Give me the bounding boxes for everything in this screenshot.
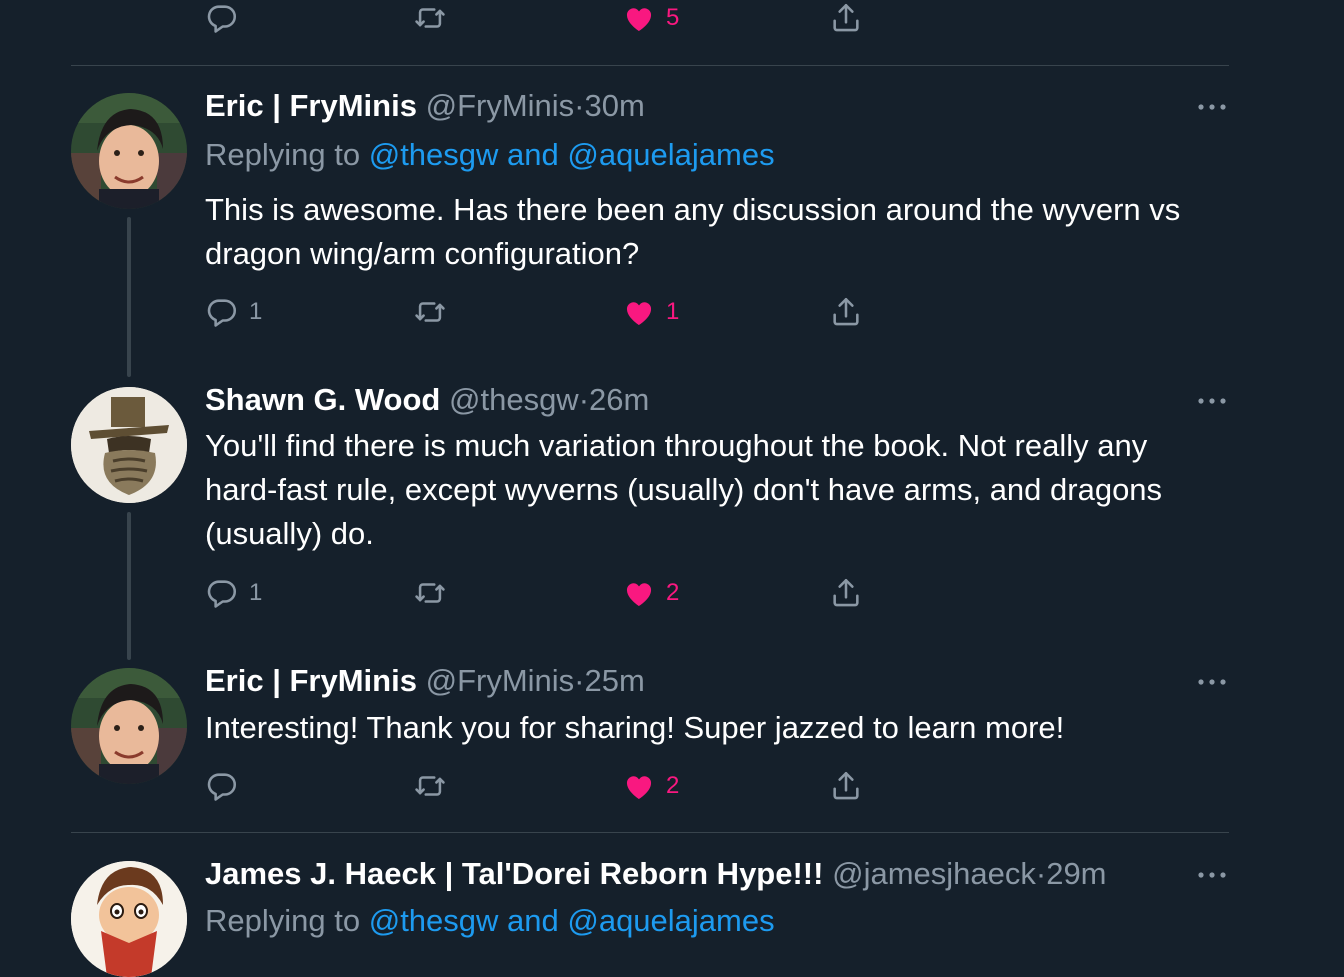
- reply-count: 1: [249, 298, 263, 325]
- share-button[interactable]: [829, 573, 863, 613]
- reply-button[interactable]: 1: [205, 573, 262, 613]
- heart-filled-icon: [622, 295, 656, 329]
- more-options-button[interactable]: [1192, 95, 1232, 119]
- top-tweet-actions: 5: [0, 0, 1344, 38]
- avatar[interactable]: [71, 93, 187, 209]
- replying-prefix: Replying to: [205, 903, 361, 938]
- share-icon: [829, 576, 863, 610]
- display-name[interactable]: James J. Haeck | Tal'Dorei Reborn Hype!!…: [205, 856, 823, 891]
- retweet-button[interactable]: [413, 0, 457, 38]
- tweet-text: This is awesome. Has there been any disc…: [205, 192, 1181, 271]
- share-button[interactable]: [829, 292, 863, 332]
- tweet-actions: 1 1: [0, 292, 1344, 332]
- like-button[interactable]: 2: [622, 573, 679, 613]
- user-handle[interactable]: @FryMinis: [426, 88, 575, 123]
- more-icon: [1196, 677, 1228, 687]
- separator-dot: ·: [574, 88, 585, 123]
- display-name[interactable]: Eric | FryMinis: [205, 663, 417, 698]
- reply-icon: [205, 769, 239, 803]
- avatar-image: [71, 387, 187, 503]
- more-options-button[interactable]: [1192, 670, 1232, 694]
- divider: [71, 65, 1229, 66]
- share-button[interactable]: [829, 0, 863, 38]
- replying-prefix: Replying to: [205, 137, 361, 172]
- user-handle[interactable]: @jamesjhaeck: [832, 856, 1036, 891]
- like-count: 2: [666, 579, 680, 606]
- retweet-icon: [413, 576, 447, 610]
- retweet-icon: [413, 1, 447, 35]
- user-handle[interactable]: @thesgw: [449, 382, 579, 417]
- reply-button[interactable]: [205, 766, 249, 806]
- heart-filled-icon: [622, 769, 656, 803]
- timestamp[interactable]: 26m: [589, 382, 649, 417]
- separator-dot: ·: [574, 663, 585, 698]
- retweet-button[interactable]: [413, 766, 457, 806]
- heart-filled-icon: [622, 1, 656, 35]
- retweet-button[interactable]: [413, 292, 457, 332]
- like-count: 2: [666, 772, 680, 799]
- more-options-button[interactable]: [1192, 389, 1232, 413]
- tweet-header: Eric | FryMinis @FryMinis·30m: [205, 88, 645, 124]
- reply-button[interactable]: 1: [205, 292, 262, 332]
- more-icon: [1196, 102, 1228, 112]
- more-icon: [1196, 396, 1228, 406]
- replying-to: Replying to @thesgw and @aquelajames: [205, 903, 775, 939]
- user-handle[interactable]: @FryMinis: [426, 663, 575, 698]
- timestamp[interactable]: 29m: [1046, 856, 1106, 891]
- like-button[interactable]: 5: [622, 0, 679, 38]
- timestamp[interactable]: 25m: [585, 663, 645, 698]
- like-button[interactable]: 1: [622, 292, 679, 332]
- reply-icon: [205, 295, 239, 329]
- tweet-header: Shawn G. Wood @thesgw·26m: [205, 382, 649, 418]
- avatar[interactable]: [71, 387, 187, 503]
- timestamp[interactable]: 30m: [585, 88, 645, 123]
- tweet-actions: 1 2: [0, 573, 1344, 613]
- retweet-icon: [413, 769, 447, 803]
- reply-icon: [205, 1, 239, 35]
- avatar-image: [71, 861, 187, 977]
- share-icon: [829, 1, 863, 35]
- like-button[interactable]: 2: [622, 766, 679, 806]
- retweet-button[interactable]: [413, 573, 457, 613]
- retweet-icon: [413, 295, 447, 329]
- replying-users-link[interactable]: @thesgw and @aquelajames: [369, 137, 775, 172]
- replying-to: Replying to @thesgw and @aquelajames: [205, 137, 775, 173]
- like-count: 1: [666, 298, 680, 325]
- avatar[interactable]: [71, 861, 187, 977]
- tweet-header: Eric | FryMinis @FryMinis·25m: [205, 663, 645, 699]
- display-name[interactable]: Shawn G. Wood: [205, 382, 440, 417]
- tweet-actions: 2: [0, 766, 1344, 806]
- more-icon: [1196, 870, 1228, 880]
- display-name[interactable]: Eric | FryMinis: [205, 88, 417, 123]
- divider: [71, 832, 1229, 833]
- share-button[interactable]: [829, 766, 863, 806]
- more-options-button[interactable]: [1192, 863, 1232, 887]
- heart-filled-icon: [622, 576, 656, 610]
- tweet-header: James J. Haeck | Tal'Dorei Reborn Hype!!…: [205, 856, 1107, 892]
- like-count: 5: [666, 4, 680, 31]
- tweet-text: You'll find there is much variation thro…: [205, 428, 1163, 551]
- share-icon: [829, 295, 863, 329]
- avatar-image: [71, 93, 187, 209]
- reply-button[interactable]: [205, 0, 249, 38]
- replying-users-link[interactable]: @thesgw and @aquelajames: [369, 903, 775, 938]
- share-icon: [829, 769, 863, 803]
- tweet-text: Interesting! Thank you for sharing! Supe…: [205, 710, 1065, 745]
- reply-count: 1: [249, 579, 263, 606]
- reply-icon: [205, 576, 239, 610]
- separator-dot: ·: [1035, 856, 1047, 891]
- separator-dot: ·: [578, 382, 590, 417]
